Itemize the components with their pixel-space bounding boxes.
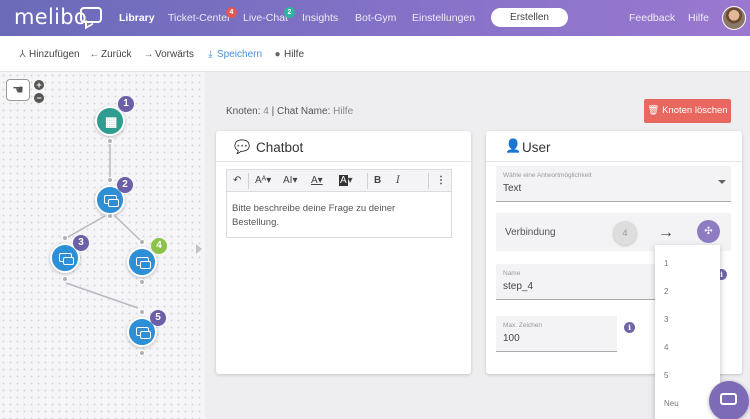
node-port[interactable] (139, 309, 145, 315)
card-divider (486, 161, 742, 162)
nav-einstellungen[interactable]: Einstellungen (412, 12, 475, 24)
dropdown-option[interactable]: 3 (664, 315, 668, 324)
ticket-center-badge: 4 (226, 7, 237, 18)
add-link-icon: ✣ (704, 226, 713, 237)
node-port[interactable] (107, 138, 113, 144)
nav-live-chat[interactable]: Live-Chat (243, 12, 288, 24)
node-port[interactable] (62, 276, 68, 282)
live-chat-badge: 2 (284, 7, 295, 18)
answer-type-label: Wähle eine Antwortmöglichkeit (503, 172, 592, 179)
dropdown-option[interactable]: 2 (664, 287, 668, 296)
connection-source-node: 4 (613, 221, 637, 245)
node-number-badge: 5 (150, 310, 166, 326)
dropdown-option[interactable]: 1 (664, 259, 668, 268)
editor-content[interactable]: Bitte beschreibe deine Frage zu deiner B… (232, 202, 442, 230)
help-icon: ● (274, 49, 281, 60)
user-icon: 👤 (505, 138, 522, 153)
node-number-badge: 1 (118, 96, 134, 112)
dropdown-option[interactable]: 5 (664, 371, 668, 380)
font-size-icon[interactable]: Aᴬ▾ (255, 175, 271, 186)
bold-icon[interactable]: B (374, 175, 381, 186)
save-button[interactable]: ⤓ Speichern (205, 49, 262, 60)
download-icon: ⤓ (208, 49, 213, 60)
edge-3-5 (65, 282, 139, 309)
node-number-badge: 2 (117, 177, 133, 193)
node-port[interactable] (139, 279, 145, 285)
edge-2-4 (114, 215, 141, 241)
connection-label: Verbindung (505, 227, 556, 238)
text-height-icon[interactable]: AI▾ (283, 175, 297, 186)
chatbot-card (216, 131, 471, 374)
highlight-color-icon[interactable]: A▾ (339, 175, 353, 186)
nav-help[interactable]: Hilfe (688, 12, 709, 24)
info-icon[interactable]: i (624, 322, 635, 333)
node-port[interactable] (107, 213, 113, 219)
max-chars-value: 100 (503, 333, 520, 344)
chat-bubble-icon: 💬 (234, 139, 251, 154)
node-port[interactable] (139, 350, 145, 356)
help-button[interactable]: ● Hilfe (272, 49, 304, 60)
node-info-line: Knoten: 4 | Chat Name: Hilfe (226, 106, 354, 117)
node-port[interactable] (139, 239, 145, 245)
chat-widget-button[interactable] (709, 381, 749, 419)
node-port[interactable] (62, 235, 68, 241)
font-color-icon[interactable]: A▾ (311, 175, 323, 186)
dropdown-option-new[interactable]: Neu (664, 399, 679, 408)
max-chars-label: Max. Zeichen (503, 322, 543, 329)
trash-icon: 🗑 (647, 105, 660, 116)
answer-type-value: Text (503, 183, 522, 194)
chevron-down-icon (718, 180, 726, 184)
more-options-icon[interactable]: ⋮ (436, 175, 446, 186)
editor-formatting-toolbar: ↶ Aᴬ▾ AI▾ A▾ A▾ B I ⋮ (227, 170, 451, 192)
name-value: step_4 (503, 281, 534, 292)
name-label: Name (503, 270, 521, 277)
nav-insights[interactable]: Insights (302, 12, 338, 24)
nav-bot-gym[interactable]: Bot-Gym (355, 12, 396, 24)
connection-target-button[interactable]: ✣ (697, 220, 720, 243)
node-number-badge: 3 (73, 235, 89, 251)
network-icon: ▦ (105, 114, 118, 129)
italic-icon[interactable]: I (396, 175, 400, 186)
edge-2-3 (67, 215, 106, 238)
undo-icon[interactable]: ↶ (233, 175, 241, 186)
create-button[interactable]: Erstellen (491, 8, 568, 27)
arrow-right-icon: → (658, 224, 674, 241)
nav-feedback[interactable]: Feedback (629, 12, 675, 24)
dropdown-option[interactable]: 4 (664, 343, 668, 352)
chat-bubble-icon (720, 393, 737, 405)
delete-node-button[interactable]: 🗑 Knoten löschen (644, 99, 731, 123)
user-avatar[interactable] (722, 6, 746, 30)
chatbot-card-title: Chatbot (256, 140, 304, 155)
rich-text-editor[interactable]: ↶ Aᴬ▾ AI▾ A▾ A▾ B I ⋮ Bitte beschreibe d… (226, 169, 452, 238)
node-port[interactable] (107, 177, 113, 183)
user-card-title: User (522, 140, 551, 155)
card-divider (216, 161, 471, 162)
node-number-badge-active: 4 (151, 238, 167, 254)
